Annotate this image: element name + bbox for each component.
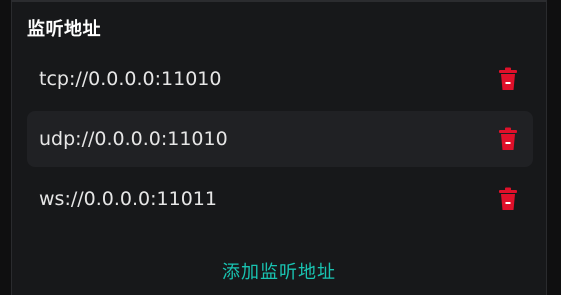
address-value: udp://0.0.0.0:11010	[39, 128, 228, 150]
delete-button[interactable]	[495, 66, 521, 92]
trash-icon	[499, 127, 517, 150]
address-value: ws://0.0.0.0:11011	[39, 188, 217, 210]
address-row-tcp[interactable]: tcp://0.0.0.0:11010	[27, 51, 533, 107]
section-title: 监听地址	[27, 19, 101, 40]
listen-address-panel: 监听地址 tcp://0.0.0.0:11010 udp://0.0.0.0:1…	[11, 0, 547, 295]
add-listen-address-button[interactable]: 添加监听地址	[12, 258, 546, 284]
delete-button[interactable]	[495, 126, 521, 152]
trash-icon	[499, 187, 517, 210]
address-row-ws[interactable]: ws://0.0.0.0:11011	[27, 171, 533, 227]
address-row-udp[interactable]: udp://0.0.0.0:11010	[27, 111, 533, 167]
panel-top-border	[12, 0, 546, 2]
address-value: tcp://0.0.0.0:11010	[39, 68, 222, 90]
delete-button[interactable]	[495, 186, 521, 212]
trash-icon	[499, 67, 517, 90]
